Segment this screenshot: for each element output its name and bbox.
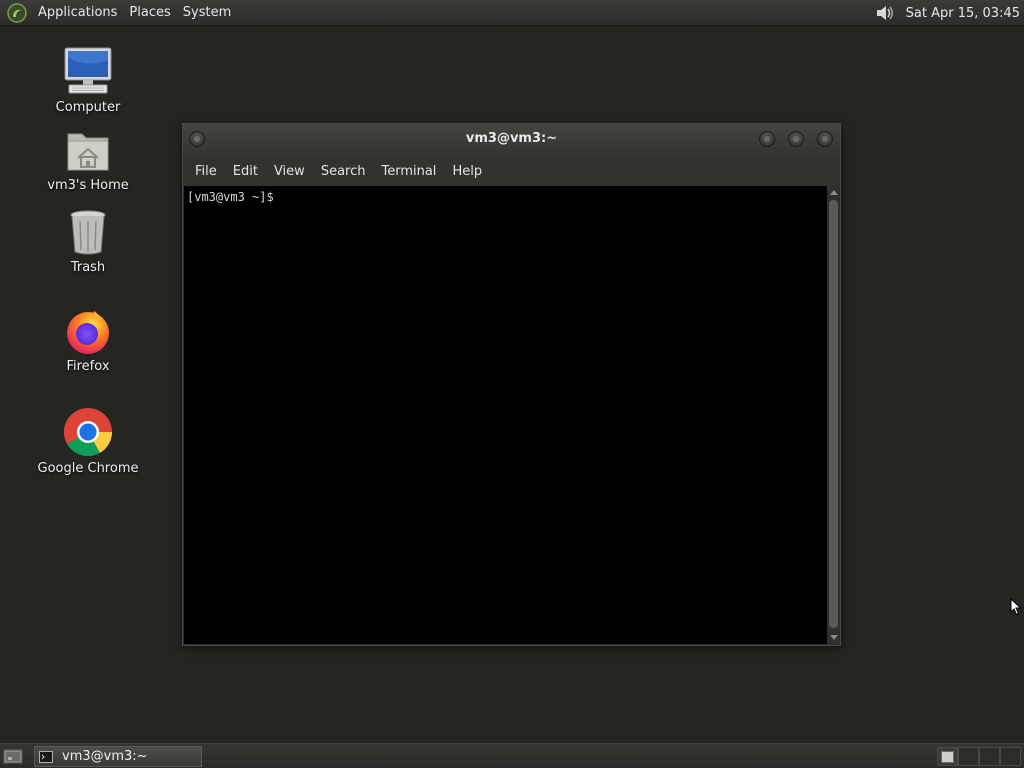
menu-search[interactable]: Search (313, 156, 374, 186)
terminal-scrollbar[interactable] (827, 186, 840, 644)
desktop-icon-label: Trash (70, 260, 106, 275)
menu-help[interactable]: Help (444, 156, 490, 186)
workspace-4[interactable] (1000, 747, 1021, 766)
terminal-output[interactable]: [vm3@vm3 ~]$ (184, 186, 827, 644)
mouse-pointer-icon (1010, 598, 1022, 616)
titlebar[interactable]: vm3@vm3:~ (183, 124, 840, 156)
taskbar-item-terminal[interactable]: vm3@vm3:~ (34, 746, 202, 767)
computer-icon (64, 47, 112, 94)
places-menu[interactable]: Places (123, 0, 176, 26)
menu-file[interactable]: File (187, 156, 225, 186)
desktop-icon-label: vm3's Home (47, 178, 129, 193)
shell-prompt: [vm3@vm3 ~]$ (187, 190, 281, 204)
scroll-thumb[interactable] (829, 200, 838, 628)
firefox-icon (67, 311, 109, 354)
scroll-up-icon[interactable] (830, 190, 838, 195)
desktop-icon-label: Firefox (66, 359, 110, 374)
terminal-menubar: File Edit View Search Terminal Help (183, 156, 840, 186)
panel-tray: Sat Apr 15, 03:45 (874, 0, 1020, 26)
desktop-icon-label: Google Chrome (37, 461, 139, 476)
show-desktop-icon[interactable] (3, 748, 23, 765)
workspace-2[interactable] (958, 747, 979, 766)
desktop-icon-home[interactable]: vm3's Home (28, 128, 148, 193)
menu-terminal[interactable]: Terminal (373, 156, 444, 186)
maximize-button[interactable] (788, 131, 804, 147)
home-folder-icon (67, 133, 109, 171)
workspace-3[interactable] (979, 747, 1000, 766)
terminal-window: vm3@vm3:~ File Edit View Search Terminal… (182, 123, 841, 646)
workspace-window-preview (941, 751, 954, 763)
desktop-icon-firefox[interactable]: Firefox (28, 307, 148, 374)
minimize-button[interactable] (759, 131, 775, 147)
desktop-icon-chrome[interactable]: Google Chrome (28, 407, 148, 476)
menu-view[interactable]: View (266, 156, 313, 186)
terminal-icon (39, 750, 53, 763)
bottom-panel: vm3@vm3:~ (0, 743, 1024, 768)
speaker-volume-icon[interactable] (874, 2, 896, 24)
window-title: vm3@vm3:~ (465, 131, 558, 146)
top-panel: Applications Places System Sat Apr 15, 0… (0, 0, 1024, 26)
desktop-icon-computer[interactable]: Computer (28, 46, 148, 115)
desktop-icon-trash[interactable]: Trash (28, 208, 148, 275)
close-button[interactable] (817, 131, 833, 147)
desktop-icon-label: Computer (55, 100, 121, 115)
taskbar-item-label: vm3@vm3:~ (62, 749, 148, 764)
mate-logo-icon[interactable] (6, 2, 28, 24)
trash-icon (70, 210, 106, 255)
scroll-down-icon[interactable] (830, 635, 838, 640)
clock[interactable]: Sat Apr 15, 03:45 (906, 6, 1020, 21)
menu-edit[interactable]: Edit (225, 156, 266, 186)
chrome-icon (63, 408, 112, 457)
applications-menu[interactable]: Applications (32, 0, 123, 26)
workspace-1[interactable] (937, 747, 958, 766)
system-menu[interactable]: System (177, 0, 237, 26)
